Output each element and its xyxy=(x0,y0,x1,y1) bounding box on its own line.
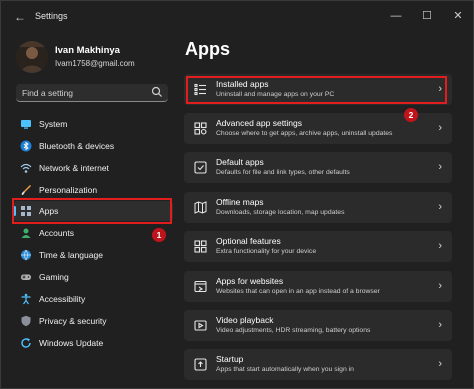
accounts-icon xyxy=(21,228,31,238)
title-bar: ← Settings — ☐ ✕ xyxy=(1,1,473,33)
sidebar-item-privacy[interactable]: Privacy & security xyxy=(13,311,173,331)
sidebar-item-label: Privacy & security xyxy=(39,316,107,326)
card-description: Defaults for file and link types, other … xyxy=(216,169,350,176)
system-icon xyxy=(21,120,31,129)
search-icon[interactable] xyxy=(151,86,163,98)
sidebar-item-label: Bluetooth & devices xyxy=(39,141,115,151)
search-placeholder: Find a setting xyxy=(22,88,74,98)
sidebar-item-windows-update[interactable]: Windows Update xyxy=(13,333,173,353)
chevron-right-icon: › xyxy=(438,319,442,331)
advanced-apps-icon xyxy=(194,122,207,135)
chevron-right-icon: › xyxy=(438,122,442,134)
avatar-photo xyxy=(16,41,48,73)
sidebar-item-label: Time & language xyxy=(39,250,103,260)
card-description: Extra functionality for your device xyxy=(216,248,317,255)
card-default-apps[interactable]: Default apps Defaults for file and link … xyxy=(184,152,452,183)
sidebar-item-gaming[interactable]: Gaming xyxy=(13,267,173,287)
card-apps-for-websites[interactable]: Apps for websites Websites that can open… xyxy=(184,271,452,302)
update-icon xyxy=(21,338,31,348)
settings-window: ← Settings — ☐ ✕ Ivan Makhinya Ivam1758@… xyxy=(0,0,474,389)
card-description: Websites that can open in an app instead… xyxy=(216,288,380,295)
chevron-right-icon: › xyxy=(438,240,442,252)
step-badge-2: 2 xyxy=(404,108,418,122)
video-icon xyxy=(194,320,207,331)
page-title: Apps xyxy=(185,39,230,59)
sidebar-item-time-language[interactable]: Time & language xyxy=(13,245,173,265)
sidebar-item-label: Network & internet xyxy=(39,163,109,173)
highlight-installed-apps xyxy=(186,76,447,104)
card-title: Video playback xyxy=(216,315,274,325)
accessibility-icon xyxy=(21,293,31,305)
card-title: Default apps xyxy=(216,157,264,167)
web-apps-icon xyxy=(194,280,207,293)
window-title: Settings xyxy=(35,11,68,21)
map-icon xyxy=(194,201,207,214)
back-button[interactable]: ← xyxy=(11,9,29,25)
startup-icon xyxy=(194,358,207,371)
sidebar-item-accessibility[interactable]: Accessibility xyxy=(13,289,173,309)
sidebar-item-network[interactable]: Network & internet xyxy=(13,158,173,178)
network-icon xyxy=(20,163,32,173)
card-offline-maps[interactable]: Offline maps Downloads, storage location… xyxy=(184,192,452,223)
card-description: Downloads, storage location, map updates xyxy=(216,209,345,216)
sidebar-item-label: Personalization xyxy=(39,185,98,195)
card-optional-features[interactable]: Optional features Extra functionality fo… xyxy=(184,231,452,262)
chevron-right-icon: › xyxy=(438,280,442,292)
card-title: Advanced app settings xyxy=(216,118,303,128)
bluetooth-icon xyxy=(20,140,32,152)
card-description: Video adjustments, HDR streaming, batter… xyxy=(216,327,371,334)
step-badge-1: 1 xyxy=(152,228,166,242)
card-title: Apps for websites xyxy=(216,276,284,286)
highlight-apps xyxy=(12,198,172,224)
brush-icon xyxy=(21,185,31,195)
sidebar-item-label: Gaming xyxy=(39,272,69,282)
sidebar-item-system[interactable]: System xyxy=(13,114,173,134)
gaming-icon xyxy=(21,274,31,280)
sidebar-item-accounts[interactable]: Accounts xyxy=(13,223,173,243)
sidebar-item-label: Windows Update xyxy=(39,338,104,348)
card-description: Choose where to get apps, archive apps, … xyxy=(216,130,393,137)
card-startup[interactable]: Startup Apps that start automatically wh… xyxy=(184,349,452,380)
sidebar-item-label: System xyxy=(39,119,68,129)
chevron-right-icon: › xyxy=(438,161,442,173)
minimize-button[interactable]: — xyxy=(385,7,407,25)
card-title: Optional features xyxy=(216,236,281,246)
card-description: Apps that start automatically when you s… xyxy=(216,366,354,373)
default-apps-icon xyxy=(194,161,207,174)
user-email: Ivam1758@gmail.com xyxy=(55,59,135,68)
maximize-button[interactable]: ☐ xyxy=(416,7,438,25)
chevron-right-icon: › xyxy=(438,201,442,213)
sidebar-item-personalization[interactable]: Personalization xyxy=(13,180,173,200)
close-button[interactable]: ✕ xyxy=(447,7,469,25)
search-input[interactable]: Find a setting xyxy=(16,84,168,102)
features-icon xyxy=(194,240,207,253)
sidebar-item-bluetooth[interactable]: Bluetooth & devices xyxy=(13,136,173,156)
card-video-playback[interactable]: Video playback Video adjustments, HDR st… xyxy=(184,310,452,341)
chevron-right-icon: › xyxy=(438,358,442,370)
globe-clock-icon xyxy=(21,249,31,261)
user-name: Ivan Makhinya xyxy=(55,45,120,56)
shield-icon xyxy=(21,315,31,327)
card-title: Startup xyxy=(216,354,244,364)
card-title: Offline maps xyxy=(216,197,264,207)
avatar[interactable] xyxy=(16,41,48,73)
sidebar-item-label: Accounts xyxy=(39,228,74,238)
sidebar-item-label: Accessibility xyxy=(39,294,86,304)
